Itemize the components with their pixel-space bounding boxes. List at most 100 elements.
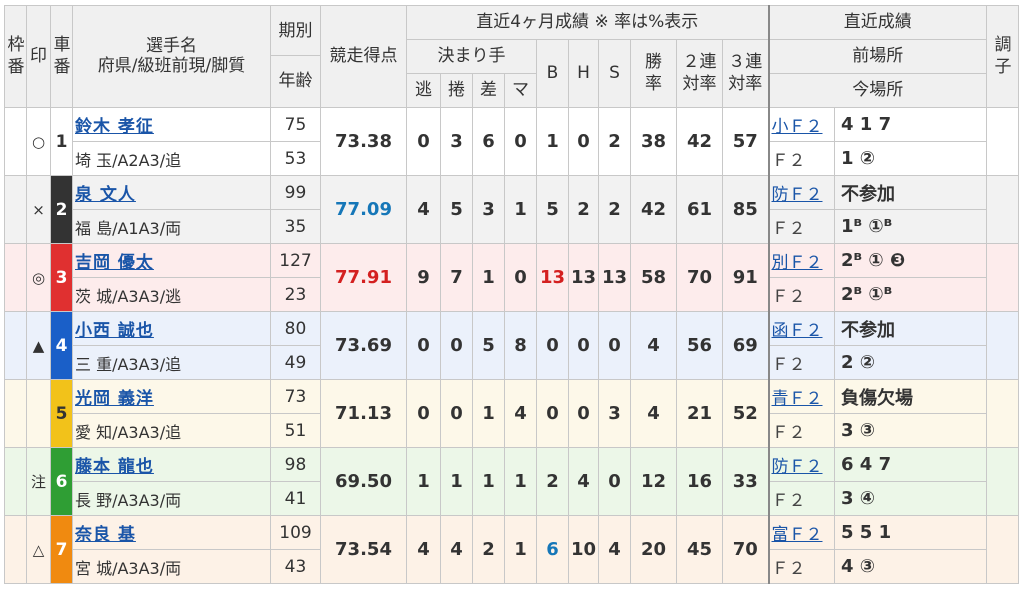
win-rate-cell: 4 — [630, 311, 677, 380]
rider-name-cell: 藤本 龍也 — [72, 447, 271, 482]
h-cell: 2 — [568, 175, 599, 244]
nige-cell: 4 — [406, 515, 441, 584]
rider-name-cell: 鈴木 孝征 — [72, 107, 271, 142]
prev-venue-cell: 防Ｆ２ — [767, 447, 835, 482]
term-cell: 127 — [270, 243, 321, 278]
score-cell: 73.38 — [320, 107, 407, 176]
cur-venue-label: Ｆ２ — [771, 559, 806, 579]
makuri-cell: 0 — [440, 379, 473, 448]
cur-result-cell: 3 ③ — [834, 413, 987, 448]
rider-pref-class: 三 重/A3A3/追 — [72, 345, 271, 380]
sashi-cell: 3 — [472, 175, 505, 244]
rider-name-link[interactable]: 吉岡 優太 — [75, 253, 154, 273]
rider-pref-class: 愛 知/A3A3/追 — [72, 413, 271, 448]
rider-name-link[interactable]: 鈴木 孝征 — [75, 117, 154, 137]
rider-name-link[interactable]: 藤本 龍也 — [75, 457, 154, 477]
header-recent: 直近成績 — [767, 5, 987, 40]
cur-venue-cell: Ｆ２ — [767, 277, 835, 312]
cur-venue-label: Ｆ２ — [771, 491, 806, 511]
b-cell: 2 — [536, 447, 569, 516]
ren2-cell: 16 — [676, 447, 723, 516]
rider-name-cell: 泉 文人 — [72, 175, 271, 210]
score-cell: 69.50 — [320, 447, 407, 516]
ren3-cell: 91 — [722, 243, 769, 312]
sashi-cell: 6 — [472, 107, 505, 176]
prev-venue-link[interactable]: 小Ｆ２ — [772, 117, 823, 137]
nige-cell: 1 — [406, 447, 441, 516]
prev-venue-link[interactable]: 青Ｆ２ — [772, 389, 823, 409]
nige-cell: 9 — [406, 243, 441, 312]
header-h: H — [568, 39, 599, 108]
prev-venue-cell: 防Ｆ２ — [767, 175, 835, 210]
waku-cell — [4, 379, 27, 448]
waku-cell — [4, 175, 27, 244]
prev-venue-link[interactable]: 防Ｆ２ — [772, 457, 823, 477]
condition-cell — [986, 243, 1019, 312]
condition-cell — [986, 311, 1019, 380]
condition-cell — [986, 515, 1019, 584]
ma-cell: 0 — [504, 107, 537, 176]
ma-cell: 1 — [504, 447, 537, 516]
prev-result-cell: 5 5 1 — [834, 515, 987, 550]
rider-pref-class: 埼 玉/A2A3/追 — [72, 141, 271, 176]
header-kimarite: 決まり手 — [406, 39, 537, 74]
cur-result-cell: 1ᴮ ①ᴮ — [834, 209, 987, 244]
prev-venue-link[interactable]: 防Ｆ２ — [772, 185, 823, 205]
condition-cell — [986, 379, 1019, 448]
prev-venue-link[interactable]: 富Ｆ２ — [772, 525, 823, 545]
condition-cell — [986, 175, 1019, 244]
prev-venue-cell: 青Ｆ２ — [767, 379, 835, 414]
makuri-cell: 3 — [440, 107, 473, 176]
rider-name-link[interactable]: 光岡 義洋 — [75, 389, 154, 409]
score-cell: 77.09 — [320, 175, 407, 244]
prediction-mark: × — [26, 175, 51, 244]
rider-pref-class: 茨 城/A3A3/逃 — [72, 277, 271, 312]
prediction-mark — [26, 379, 51, 448]
condition-cell — [986, 447, 1019, 516]
win-rate-cell: 20 — [630, 515, 677, 584]
ren2-cell: 42 — [676, 107, 723, 176]
ren3-cell: 33 — [722, 447, 769, 516]
sashi-cell: 2 — [472, 515, 505, 584]
age-cell: 35 — [270, 209, 321, 244]
cur-venue-cell: Ｆ２ — [767, 209, 835, 244]
car-number: 1 — [50, 107, 73, 176]
ren2-cell: 70 — [676, 243, 723, 312]
makuri-cell: 4 — [440, 515, 473, 584]
header-waku: 枠番 — [4, 5, 27, 108]
rider-name-link[interactable]: 泉 文人 — [75, 185, 136, 205]
waku-cell — [4, 243, 27, 312]
cur-venue-cell: Ｆ２ — [767, 413, 835, 448]
rider-name-link[interactable]: 小西 誠也 — [75, 321, 154, 341]
waku-cell — [4, 107, 27, 176]
ren2-cell: 56 — [676, 311, 723, 380]
score-cell: 73.54 — [320, 515, 407, 584]
cur-result-cell: 2ᴮ ①ᴮ — [834, 277, 987, 312]
s-cell: 2 — [598, 107, 631, 176]
header-makuri: 捲 — [440, 73, 473, 108]
header-sashi: 差 — [472, 73, 505, 108]
prev-venue-cell: 小Ｆ２ — [767, 107, 835, 142]
s-cell: 3 — [598, 379, 631, 448]
header-name: 選手名 府県/級班前現/脚質 — [72, 5, 271, 108]
prev-venue-link[interactable]: 別Ｆ２ — [772, 253, 823, 273]
rider-row-top: × 2 泉 文人 99 77.09 4 5 3 1 5 2 2 42 61 85 防Ｆ２ 不参加 — [4, 175, 1019, 244]
h-cell: 0 — [568, 379, 599, 448]
ren3-cell: 69 — [722, 311, 769, 380]
rider-rows: ○ 1 鈴木 孝征 75 73.38 0 3 6 0 1 0 2 38 42 57 小Ｆ２ 4 1 7埼 玉/A… — [4, 107, 1019, 584]
rider-name-link[interactable]: 奈良 基 — [75, 525, 136, 545]
sashi-cell: 5 — [472, 311, 505, 380]
prev-result-cell: 2ᴮ ① ❸ — [834, 243, 987, 278]
cur-result-cell: 1 ② — [834, 141, 987, 176]
rider-row-top: 注 6 藤本 龍也 98 69.50 1 1 1 1 2 4 0 12 16 33 防Ｆ２ 6 4 7 — [4, 447, 1019, 516]
header-b: B — [536, 39, 569, 108]
prev-venue-cell: 別Ｆ２ — [767, 243, 835, 278]
term-cell: 73 — [270, 379, 321, 414]
rider-pref-class: 福 島/A1A3/両 — [72, 209, 271, 244]
prev-result-cell: 不参加 — [834, 175, 987, 210]
ma-cell: 1 — [504, 515, 537, 584]
prev-venue-link[interactable]: 函Ｆ２ — [772, 321, 823, 341]
score-cell: 73.69 — [320, 311, 407, 380]
ren3-cell: 52 — [722, 379, 769, 448]
car-number: 4 — [50, 311, 73, 380]
